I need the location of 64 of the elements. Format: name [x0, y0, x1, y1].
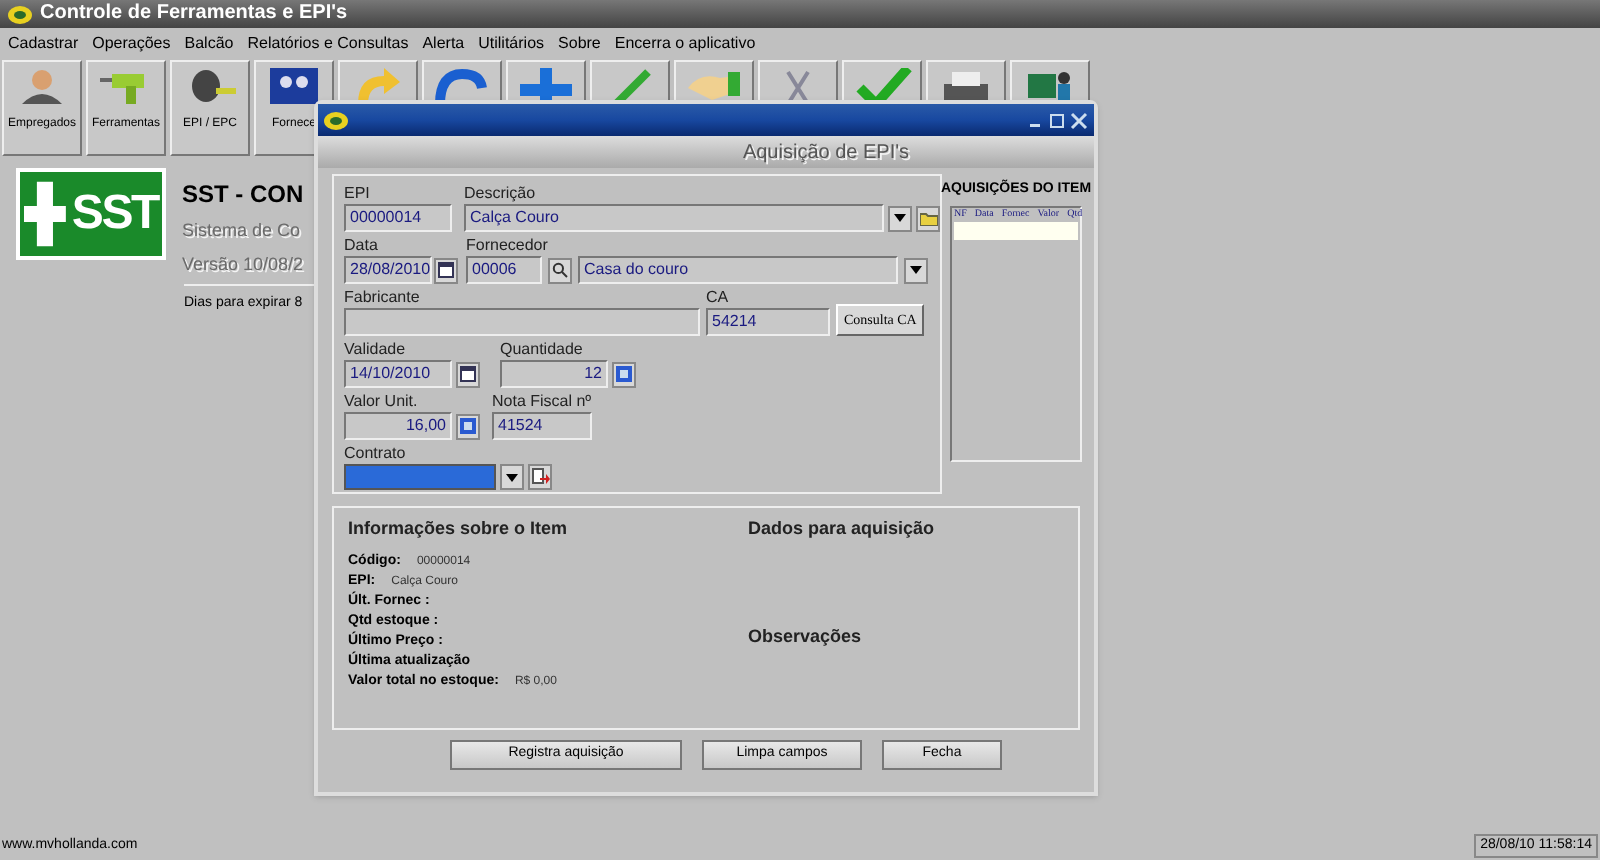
- input-field[interactable]: 14/10/2010: [344, 360, 452, 388]
- calculator-icon: [616, 366, 632, 382]
- search-button[interactable]: [548, 257, 572, 283]
- input-field[interactable]: Calça Couro: [464, 204, 884, 232]
- menu-item[interactable]: Alerta: [422, 32, 465, 56]
- menu-item[interactable]: Operações: [92, 32, 171, 56]
- folder-button[interactable]: [916, 205, 940, 231]
- calculator-icon: [460, 418, 476, 434]
- field-label: EPI: [344, 184, 372, 204]
- field-label: Nota Fiscal nº: [492, 392, 592, 412]
- calculator-button[interactable]: [456, 413, 480, 439]
- field-label: Data: [344, 236, 380, 256]
- input-field[interactable]: 00000014: [344, 204, 452, 232]
- menu-item[interactable]: Relatórios e Consultas: [247, 32, 409, 56]
- plus-icon: [516, 68, 576, 104]
- calendar-button[interactable]: [434, 257, 458, 283]
- dropdown-button[interactable]: [500, 464, 524, 490]
- input-field[interactable]: 54214: [706, 308, 830, 336]
- field-label: Descrição: [464, 184, 538, 204]
- field-label: Quantidade: [500, 340, 585, 360]
- input-field[interactable]: 41524: [492, 412, 592, 440]
- menu-item[interactable]: Encerra o aplicativo: [614, 32, 756, 56]
- menu-item[interactable]: Cadastrar: [8, 32, 79, 56]
- field-label: Valor Unit.: [344, 392, 420, 412]
- caret-icon: [910, 266, 922, 274]
- sst-logo: SST: [16, 168, 166, 260]
- caret-icon: [506, 473, 518, 481]
- app-subtitle: Sistema de Co: [182, 218, 303, 244]
- field-label: Fornecedor: [466, 236, 550, 256]
- input-field[interactable]: 12: [500, 360, 608, 388]
- input-field[interactable]: [344, 308, 700, 336]
- version-text: Versão 10/08/2: [182, 251, 304, 277]
- field-label: Contrato: [344, 444, 408, 464]
- maximize-icon[interactable]: [1048, 111, 1066, 129]
- dropdown-button[interactable]: [904, 257, 928, 283]
- section-title: Informações sobre o Item: [348, 516, 570, 542]
- input-field[interactable]: 16,00: [344, 412, 452, 440]
- caret-icon: [894, 214, 906, 222]
- app-logo-icon: [324, 111, 348, 129]
- folder-icon: [919, 211, 937, 225]
- calculator-button[interactable]: [612, 361, 636, 387]
- section-title: Dados para aquisição: [748, 516, 935, 542]
- menu-item[interactable]: Utilitários: [478, 32, 545, 56]
- calendar-icon: [438, 262, 454, 278]
- app-title: SST - CON: [182, 178, 304, 212]
- menu-item[interactable]: Balcão: [184, 32, 234, 56]
- dialog-title: Aquisição de EPI's: [742, 139, 910, 167]
- app-logo-icon: [8, 5, 32, 23]
- menu-item[interactable]: Sobre: [558, 32, 601, 56]
- window-title: Controle de Ferramentas e EPI's: [40, 0, 348, 28]
- calendar-icon: [460, 366, 476, 382]
- check-icon: [852, 68, 912, 104]
- input-field[interactable]: 28/08/2010: [344, 256, 432, 284]
- field-label: CA: [706, 288, 731, 308]
- dropdown-button[interactable]: [888, 205, 912, 231]
- input-field[interactable]: 00006: [466, 256, 542, 284]
- calendar-button[interactable]: [456, 361, 480, 387]
- section-title: Observações: [748, 623, 864, 650]
- close-icon[interactable]: [1070, 111, 1088, 129]
- input-field[interactable]: Casa do couro: [578, 256, 898, 284]
- export-button[interactable]: [528, 464, 552, 490]
- field-label: Validade: [344, 340, 408, 360]
- search-icon: [552, 262, 568, 278]
- field-label: Fabricante: [344, 288, 422, 308]
